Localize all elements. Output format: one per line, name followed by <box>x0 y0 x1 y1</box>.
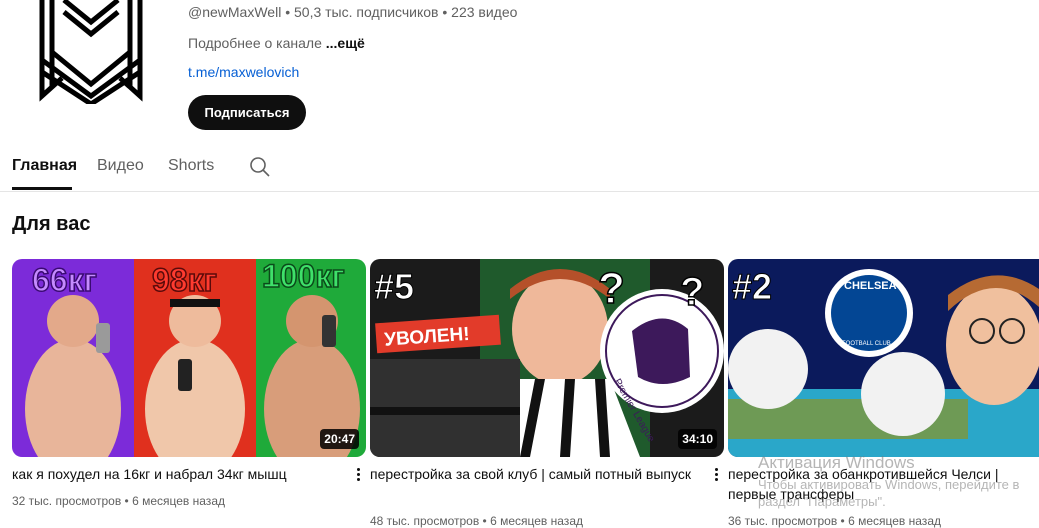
tab-videos[interactable]: Видео <box>97 157 144 175</box>
thumb-text: #5 <box>374 266 414 307</box>
video-stats: 48 тыс. просмотров • 6 месяцев назад <box>370 514 583 528</box>
meta-separator: • <box>285 4 291 20</box>
channel-meta: @newMaxWell • 50,3 тыс. подписчиков • 22… <box>188 4 517 20</box>
subscribe-button[interactable]: Подписаться <box>188 95 306 130</box>
meta-separator: • <box>442 4 448 20</box>
tab-home[interactable]: Главная <box>12 157 77 175</box>
video-card[interactable]: #5 УВОЛЕН! Premier League ? ? 34:10 пере… <box>370 259 724 528</box>
stats-separator: • <box>124 494 129 508</box>
subscriber-count: 50,3 тыс. подписчиков <box>294 4 439 20</box>
channel-tabs: Главная Видео Shorts <box>0 147 1039 192</box>
video-stats: 32 тыс. просмотров • 6 месяцев назад <box>12 494 225 508</box>
section-title: Для вас <box>12 213 91 235</box>
more-options-icon[interactable] <box>350 464 366 484</box>
thumbnail-image: 66кг 98кг 100кг <box>12 259 366 457</box>
video-title[interactable]: как я похудел на 16кг и набрал 34кг мышц <box>12 464 342 484</box>
video-count: 223 видео <box>451 4 518 20</box>
active-tab-indicator <box>12 187 72 190</box>
windows-activation-text: Чтобы активировать Windows, перейдите в … <box>758 477 1020 509</box>
video-duration: 20:47 <box>320 429 359 449</box>
view-count: 48 тыс. просмотров <box>370 514 480 528</box>
about-text: Подробнее о канале <box>188 35 322 51</box>
video-card[interactable]: 66кг 98кг 100кг 20:47 как я похудел на 1… <box>12 259 366 508</box>
upload-age: 6 месяцев назад <box>490 514 583 528</box>
search-icon[interactable] <box>248 155 272 179</box>
view-count: 36 тыс. просмотров <box>728 514 838 528</box>
thumb-text: CHELSEA <box>844 280 897 292</box>
channel-avatar[interactable] <box>36 0 146 104</box>
upload-age: 6 месяцев назад <box>848 514 941 528</box>
channel-handle: @newMaxWell <box>188 4 282 20</box>
view-count: 32 тыс. просмотров <box>12 494 122 508</box>
thumbnail-image: #5 УВОЛЕН! Premier League ? ? <box>370 259 724 457</box>
video-thumbnail[interactable]: 66кг 98кг 100кг 20:47 <box>12 259 366 457</box>
about-more-link[interactable]: ...ещё <box>326 35 365 51</box>
thumb-text: 66кг <box>32 262 97 298</box>
thumb-text: 100кг <box>262 259 345 294</box>
video-thumbnail[interactable]: #5 УВОЛЕН! Premier League ? ? 34:10 <box>370 259 724 457</box>
video-card[interactable]: CHELSEA FOOTBALL CLUB #2 перестройка за … <box>728 259 1039 528</box>
thumb-text: 98кг <box>152 262 217 298</box>
upload-age: 6 месяцев назад <box>132 494 225 508</box>
stats-separator: • <box>840 514 845 528</box>
about-channel[interactable]: Подробнее о канале ...ещё <box>188 35 365 51</box>
windows-activation-title: Активация Windows <box>758 453 915 472</box>
more-options-icon[interactable] <box>708 464 724 484</box>
svg-text:?: ? <box>680 270 704 314</box>
thumb-text: FOOTBALL CLUB <box>842 341 891 347</box>
channel-link[interactable]: t.me/maxwelovich <box>188 64 299 80</box>
video-thumbnail[interactable]: CHELSEA FOOTBALL CLUB #2 <box>728 259 1039 457</box>
thumb-text: #2 <box>732 266 772 307</box>
tab-shorts[interactable]: Shorts <box>168 157 214 175</box>
video-title[interactable]: перестройка за свой клуб | самый потный … <box>370 464 700 484</box>
video-stats: 36 тыс. просмотров • 6 месяцев назад <box>728 514 941 528</box>
thumbnail-image: CHELSEA FOOTBALL CLUB #2 <box>728 259 1039 457</box>
svg-text:?: ? <box>598 264 625 313</box>
video-duration: 34:10 <box>678 429 717 449</box>
stats-separator: • <box>482 514 487 528</box>
